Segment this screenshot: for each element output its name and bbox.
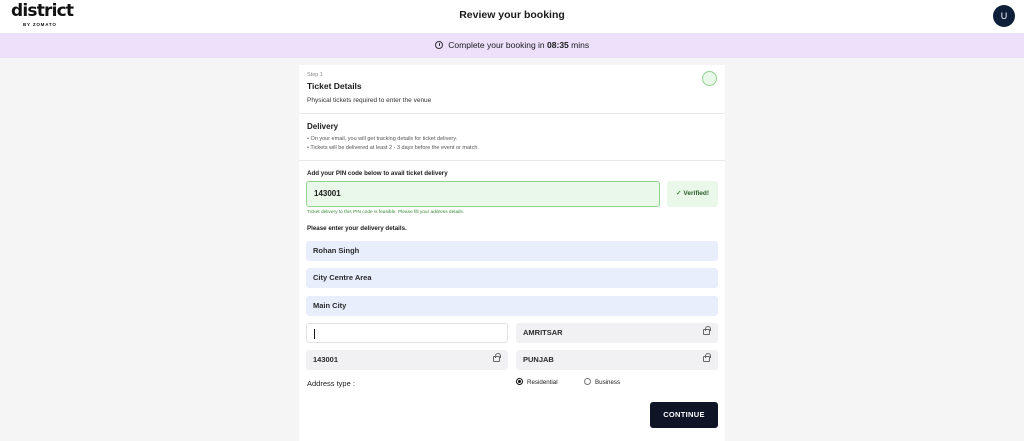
verified-label: Verified! <box>683 190 710 197</box>
lock-icon <box>703 353 711 362</box>
pin-code-label: Add your PIN code below to avail ticket … <box>307 170 448 177</box>
continue-button[interactable]: CONTINUE <box>650 402 718 428</box>
pincode-value: 143001 <box>313 355 339 364</box>
city-value: AMRITSAR <box>523 328 563 337</box>
top-header: district BY ZOMATO Review your booking U <box>0 0 1024 33</box>
pin-feasibility-hint: Ticket delivery to this PIN code is feas… <box>307 210 465 215</box>
timer-prefix: Complete your booking in <box>448 40 545 50</box>
radio-residential-label: Residential <box>527 379 558 386</box>
delivery-details-label: Please enter your delivery details. <box>307 225 407 232</box>
pincode-field: 143001 <box>306 350 508 370</box>
address-type-label: Address type : <box>307 379 355 388</box>
address-line1-field[interactable]: City Centre Area <box>306 268 718 288</box>
lock-icon <box>703 326 711 335</box>
radio-business-label: Business <box>595 379 621 386</box>
text-caret <box>314 329 315 339</box>
page-title: Review your booking <box>459 9 565 21</box>
pin-code-input[interactable]: 143001 <box>306 181 660 207</box>
state-value: PUNJAB <box>523 355 554 364</box>
step-title: Ticket Details <box>307 81 362 91</box>
stopwatch-icon <box>434 41 443 49</box>
radio-business[interactable]: Business <box>584 378 620 386</box>
name-field[interactable]: Rohan Singh <box>306 241 718 261</box>
user-avatar[interactable]: U <box>993 5 1015 27</box>
step-status-indicator <box>702 71 717 86</box>
checkmark-icon: ✓ <box>675 190 682 197</box>
ticket-details-card: Step 1 Ticket Details Physical tickets r… <box>299 65 725 441</box>
booking-timer-banner: Complete your booking in 08:35 mins <box>0 33 1024 58</box>
delivery-info-item: On your email, you will get tracking det… <box>307 135 479 144</box>
delivery-info-item: Tickets will be delivered at least 2 - 3… <box>307 144 479 153</box>
verified-badge: ✓ Verified! <box>667 181 718 207</box>
divider <box>299 160 725 161</box>
radio-unselected-icon[interactable] <box>584 378 591 385</box>
timer-suffix: mins <box>571 40 590 50</box>
divider <box>299 113 725 114</box>
logo-subtext: BY ZOMATO <box>23 22 57 27</box>
step-subtitle: Physical tickets required to enter the v… <box>307 97 432 104</box>
radio-selected-icon[interactable] <box>516 378 523 385</box>
address-line2-field[interactable]: Main City <box>306 296 718 316</box>
delivery-info-list: On your email, you will get tracking det… <box>307 135 479 153</box>
city-field: AMRITSAR <box>516 323 718 343</box>
state-field: PUNJAB <box>516 350 718 370</box>
lock-icon <box>493 353 501 362</box>
timer-value: 08:35 <box>547 40 569 50</box>
radio-residential[interactable]: Residential <box>516 378 558 386</box>
address-line3-field[interactable] <box>306 323 508 343</box>
step-label: Step 1 <box>307 72 323 78</box>
delivery-title: Delivery <box>307 122 339 131</box>
